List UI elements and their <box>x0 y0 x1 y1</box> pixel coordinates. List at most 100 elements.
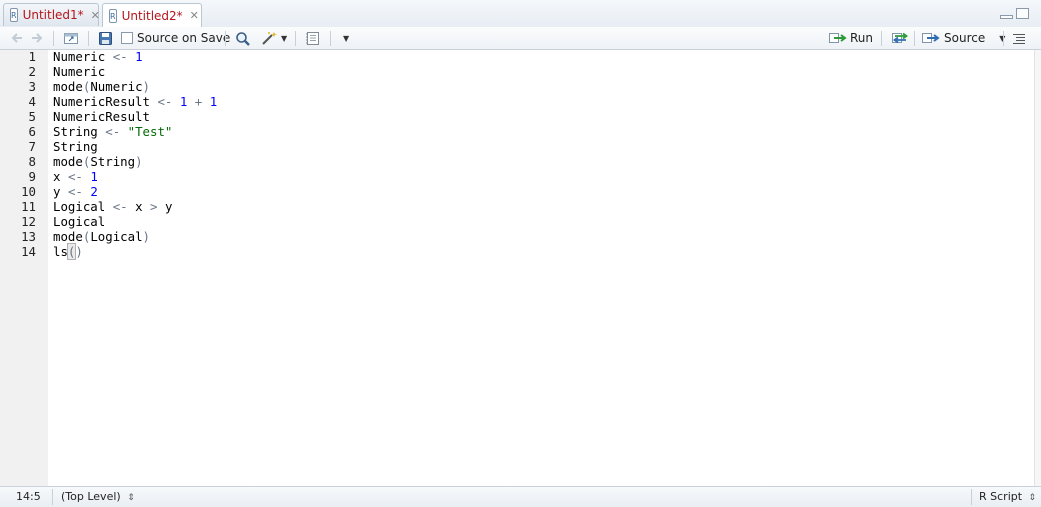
line-number: 10 <box>21 184 36 199</box>
line-number: 4 <box>28 94 36 109</box>
notebook-icon <box>306 31 319 45</box>
line-number: 14 <box>21 244 36 259</box>
code-token: <- <box>105 124 121 139</box>
code-token: String <box>90 154 136 169</box>
code-line[interactable]: Numeric <- 1 <box>53 49 143 64</box>
line-number: 2 <box>28 64 36 79</box>
code-token: Logical <box>53 199 106 214</box>
forward-button[interactable] <box>30 30 44 46</box>
line-number: 7 <box>28 139 36 154</box>
updown-icon: ⇕ <box>1028 493 1037 503</box>
code-token: mode <box>53 154 83 169</box>
code-token: x <box>135 199 143 214</box>
code-line[interactable]: String <- "Test" <box>53 124 172 139</box>
code-token: ls <box>53 244 68 259</box>
line-number: 6 <box>28 124 36 139</box>
back-button[interactable] <box>10 30 24 46</box>
code-token: mode <box>53 79 83 94</box>
code-line[interactable]: y <- 2 <box>53 184 98 199</box>
code-token: <- <box>67 169 83 184</box>
rerun-button[interactable] <box>890 30 910 46</box>
code-token: String <box>53 124 98 139</box>
save-icon <box>99 31 112 45</box>
code-line[interactable]: String <box>53 139 98 154</box>
code-token: 2 <box>90 184 98 199</box>
code-token: Logical <box>53 214 106 229</box>
vertical-scrollbar[interactable] <box>1034 50 1041 486</box>
source-label: Source <box>944 31 986 45</box>
tab-label: Untitled1* <box>22 8 84 22</box>
code-token: String <box>53 139 98 154</box>
code-line[interactable]: Logical <- x > y <box>53 199 172 214</box>
compile-notebook-button[interactable] <box>305 30 321 46</box>
code-editor[interactable] <box>48 50 1034 486</box>
source-on-save-checkbox[interactable]: Source on Save <box>121 30 230 46</box>
line-number-gutter: 1 2 3 4 5 6 7 8 9 10 11 12 13 14 <box>0 49 48 486</box>
scope-label: (Top Level) <box>61 490 121 503</box>
code-token: mode <box>53 229 83 244</box>
code-line[interactable]: NumericResult <box>53 109 150 124</box>
chevron-down-icon: ▼ <box>343 33 350 43</box>
line-number: 11 <box>21 199 36 214</box>
chevron-down-icon: ▼ <box>281 33 288 43</box>
magic-wand-icon <box>262 31 277 45</box>
tab-untitled2[interactable]: R Untitled2* ✕ <box>102 3 202 27</box>
line-number: 12 <box>21 214 36 229</box>
code-line[interactable]: mode(Logical) <box>53 229 150 244</box>
close-icon[interactable]: ✕ <box>190 9 199 22</box>
show-in-window-button[interactable] <box>63 30 79 46</box>
source-on-save-label: Source on Save <box>137 31 231 45</box>
code-token: Numeric <box>53 49 106 64</box>
magnifier-icon <box>236 31 250 46</box>
code-token: NumericResult <box>53 109 150 124</box>
tab-untitled1[interactable]: R Untitled1* ✕ <box>3 3 100 26</box>
outline-lines-icon <box>1013 34 1025 44</box>
document-outline-button[interactable] <box>1012 30 1026 46</box>
code-line[interactable]: x <- 1 <box>53 169 98 184</box>
updown-icon: ⇕ <box>127 493 135 503</box>
maximize-icon[interactable] <box>1016 8 1029 19</box>
checkbox-icon[interactable] <box>121 32 133 44</box>
run-button[interactable]: Run <box>828 30 873 46</box>
code-token: y <box>164 199 173 214</box>
code-token: <- <box>67 184 83 199</box>
arrow-left-icon <box>11 33 22 43</box>
popout-window-icon <box>64 33 78 44</box>
find-replace-button[interactable] <box>235 30 251 46</box>
code-line[interactable]: mode(String) <box>53 154 143 169</box>
editor-toolbar: Source on Save ▼ ▼ Run Source ▼ <box>0 27 1041 50</box>
save-button[interactable] <box>98 30 113 46</box>
code-line[interactable]: mode(Numeric) <box>53 79 150 94</box>
r-file-icon: R <box>109 8 117 23</box>
code-token: ) <box>142 229 150 244</box>
line-number: 3 <box>28 79 36 94</box>
code-line[interactable]: NumericResult <- 1 + 1 <box>53 94 217 109</box>
code-tools-button[interactable]: ▼ <box>261 30 287 46</box>
code-token: Numeric <box>90 79 143 94</box>
code-line[interactable]: Logical <box>53 214 105 229</box>
more-options-button[interactable]: ▼ <box>343 30 349 46</box>
code-token: NumericResult <box>53 94 150 109</box>
filetype-selector[interactable]: R Script ⇕ <box>979 490 1036 504</box>
close-icon[interactable]: ✕ <box>91 9 100 22</box>
code-line[interactable]: Numeric <box>53 64 105 79</box>
code-line[interactable]: ls() <box>53 243 83 260</box>
code-token: ) <box>75 244 83 259</box>
code-token: Logical <box>90 229 143 244</box>
minimize-icon[interactable] <box>1000 15 1013 19</box>
window-controls <box>1000 8 1029 19</box>
source-button[interactable]: Source ▼ <box>921 30 1005 46</box>
scope-selector[interactable]: (Top Level) ⇕ <box>61 490 135 504</box>
line-number: 9 <box>28 169 36 184</box>
tab-label: Untitled2* <box>121 8 183 23</box>
run-label: Run <box>850 31 874 45</box>
code-token: Numeric <box>53 64 106 79</box>
